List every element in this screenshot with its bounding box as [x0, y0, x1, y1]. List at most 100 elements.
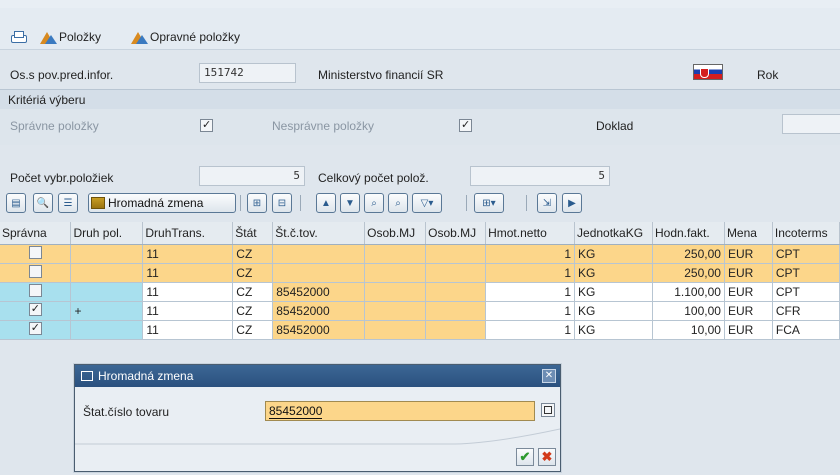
cell-druh-pol[interactable]	[70, 244, 144, 264]
cell-osob-mj-2[interactable]	[425, 263, 487, 283]
cell-hmot-netto[interactable]: 1	[485, 244, 576, 264]
sort-descending-icon[interactable]: ▼	[340, 193, 360, 213]
spravna-checkbox[interactable]	[28, 302, 42, 316]
cell-st-c-tov[interactable]	[272, 244, 366, 264]
cell-osob-mj-1[interactable]	[364, 301, 427, 321]
col-header-hmot-netto[interactable]: Hmot.netto	[485, 222, 576, 245]
cell-hodn-fakt[interactable]: 250,00	[652, 244, 725, 264]
cell-hmot-netto[interactable]: 1	[485, 282, 576, 302]
spravna-checkbox[interactable]	[28, 264, 42, 278]
cell-hmot-netto[interactable]: 1	[485, 301, 576, 321]
cell-jednotka-kg[interactable]: KG	[574, 244, 653, 264]
col-header-mena[interactable]: Mena	[724, 222, 773, 245]
cell-osob-mj-1[interactable]	[364, 282, 427, 302]
col-header-osob-mj-2[interactable]: Osob.MJ	[425, 222, 487, 245]
cell-mena[interactable]: EUR	[724, 263, 773, 283]
cell-druh-trans[interactable]: 11	[142, 263, 234, 283]
find-icon[interactable]: 🔍	[33, 193, 53, 213]
spravna-checkbox[interactable]	[28, 245, 42, 259]
cell-druh-trans[interactable]: 11	[142, 301, 234, 321]
cell-druh-pol[interactable]: +	[70, 301, 144, 321]
cell-druh-pol[interactable]	[70, 320, 144, 340]
spravna-checkbox[interactable]	[28, 283, 42, 297]
cell-st-c-tov[interactable]	[272, 263, 366, 283]
cell-st-c-tov[interactable]: 85452000	[272, 282, 366, 302]
col-header-spravna[interactable]: Správna	[0, 222, 72, 245]
sort-ascending-icon[interactable]: ▲	[316, 193, 336, 213]
cell-osob-mj-1[interactable]	[364, 320, 427, 340]
filter-icon[interactable]: ▽▾	[412, 193, 442, 213]
col-header-osob-mj-1[interactable]: Osob.MJ	[364, 222, 427, 245]
col-header-jednotka-kg[interactable]: JednotkaKG	[574, 222, 653, 245]
col-header-druh-pol[interactable]: Druh pol.	[70, 222, 144, 245]
cell-stat[interactable]: CZ	[232, 244, 274, 264]
cell-incoterms[interactable]: CPT	[772, 263, 840, 283]
cell-st-c-tov[interactable]: 85452000	[272, 320, 366, 340]
opravne-polozky-button[interactable]: Opravné položky	[131, 30, 240, 44]
cell-jednotka-kg[interactable]: KG	[574, 282, 653, 302]
cell-osob-mj-2[interactable]	[425, 301, 487, 321]
cell-druh-trans[interactable]: 11	[142, 244, 234, 264]
cell-incoterms[interactable]: FCA	[772, 320, 840, 340]
confirm-icon[interactable]: ✔	[516, 448, 534, 466]
cell-osob-mj-1[interactable]	[364, 244, 427, 264]
cell-hodn-fakt[interactable]: 100,00	[652, 301, 725, 321]
cell-stat[interactable]: CZ	[232, 282, 274, 302]
cell-jednotka-kg[interactable]: KG	[574, 263, 653, 283]
cell-stat[interactable]: CZ	[232, 301, 274, 321]
col-header-druh-trans[interactable]: DruhTrans.	[142, 222, 234, 245]
print-preview-icon[interactable]: ▶	[562, 193, 582, 213]
table-row[interactable]: 11 CZ 1 KG 250,00 EUR CPT	[0, 263, 840, 283]
cell-druh-trans[interactable]: 11	[142, 320, 234, 340]
cell-incoterms[interactable]: CPT	[772, 282, 840, 302]
layout-icon[interactable]: ⊞▾	[474, 193, 504, 213]
cell-incoterms[interactable]: CPT	[772, 244, 840, 264]
cell-druh-pol[interactable]	[70, 263, 144, 283]
cell-jednotka-kg[interactable]: KG	[574, 301, 653, 321]
deselect-all-icon[interactable]: ⊟	[272, 193, 292, 213]
value-help-icon[interactable]	[541, 403, 555, 417]
select-all-icon[interactable]: ⊞	[247, 193, 267, 213]
cell-stat[interactable]: CZ	[232, 320, 274, 340]
cell-osob-mj-2[interactable]	[425, 282, 487, 302]
cell-hmot-netto[interactable]: 1	[485, 320, 576, 340]
cell-mena[interactable]: EUR	[724, 301, 773, 321]
col-header-st-c-tov[interactable]: Št.č.tov.	[272, 222, 366, 245]
check-icon[interactable]: ☰	[58, 193, 78, 213]
cancel-icon[interactable]: ✖	[538, 448, 556, 466]
cell-osob-mj-2[interactable]	[425, 320, 487, 340]
cell-hmot-netto[interactable]: 1	[485, 263, 576, 283]
table-row[interactable]: 11 CZ 1 KG 250,00 EUR CPT	[0, 244, 840, 264]
binoculars-icon[interactable]: ⌕	[364, 193, 384, 213]
doklad-field[interactable]	[782, 114, 840, 134]
spravne-checkbox[interactable]	[200, 119, 213, 132]
cell-hodn-fakt[interactable]: 250,00	[652, 263, 725, 283]
polozky-button[interactable]: Položky	[40, 30, 101, 44]
table-row[interactable]: 11CZ85452000 1KG10,00EURFCA	[0, 320, 840, 340]
details-icon[interactable]: ▤	[6, 193, 26, 213]
stat-cislo-tovaru-input[interactable]: 85452000	[265, 401, 535, 421]
cell-mena[interactable]: EUR	[724, 282, 773, 302]
print-icon[interactable]	[10, 30, 27, 43]
export-icon[interactable]: ⇲	[537, 193, 557, 213]
cell-hodn-fakt[interactable]: 10,00	[652, 320, 725, 340]
table-row[interactable]: 11 CZ 85452000 1 KG 1.100,00 EUR CPT	[0, 282, 840, 302]
close-icon[interactable]: ✕	[542, 369, 556, 383]
nespravne-checkbox[interactable]	[459, 119, 472, 132]
col-header-incoterms[interactable]: Incoterms	[772, 222, 840, 245]
table-row[interactable]: +11CZ85452000 1KG100,00EURCFR	[0, 301, 840, 321]
cell-mena[interactable]: EUR	[724, 320, 773, 340]
dialog-title-bar[interactable]: Hromadná zmena ✕	[75, 365, 560, 387]
cell-st-c-tov[interactable]: 85452000	[272, 301, 366, 321]
cell-druh-trans[interactable]: 11	[142, 282, 234, 302]
os-value-field[interactable]: 151742	[199, 63, 296, 83]
hromadna-zmena-button[interactable]: Hromadná zmena	[88, 193, 236, 213]
col-header-hodn-fakt[interactable]: Hodn.fakt.	[652, 222, 725, 245]
cell-osob-mj-2[interactable]	[425, 244, 487, 264]
cell-hodn-fakt[interactable]: 1.100,00	[652, 282, 725, 302]
spravna-checkbox[interactable]	[28, 321, 42, 335]
col-header-stat[interactable]: Štát	[232, 222, 274, 245]
cell-incoterms[interactable]: CFR	[772, 301, 840, 321]
cell-jednotka-kg[interactable]: KG	[574, 320, 653, 340]
cell-mena[interactable]: EUR	[724, 244, 773, 264]
